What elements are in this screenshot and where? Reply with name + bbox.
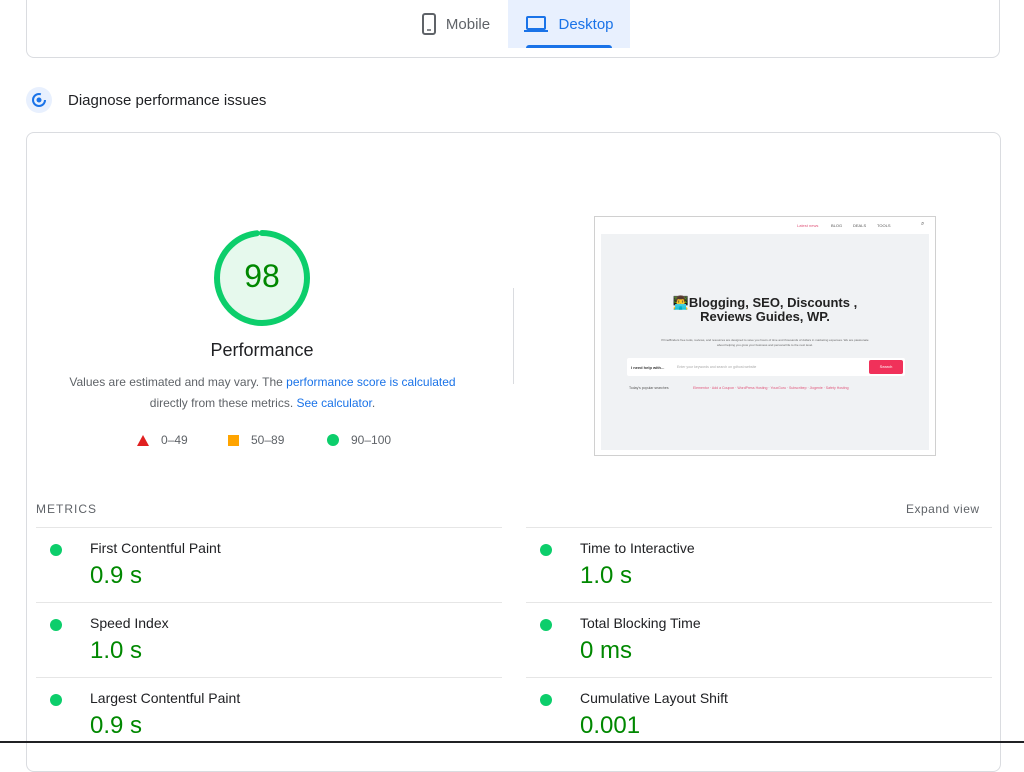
metric-name: Time to Interactive [580, 540, 695, 556]
pass-circle-icon [327, 434, 339, 446]
metric-value: 0.9 s [90, 562, 143, 589]
thumb-search-label: I need help with... [631, 365, 665, 370]
thumb-heading: 👨‍💻Blogging, SEO, Discounts , Reviews Gu… [601, 296, 929, 324]
metric-cumulative-layout-shift: Cumulative Layout Shift 0.001 [540, 690, 1000, 740]
tab-mobile[interactable]: Mobile [406, 0, 506, 48]
desktop-icon [524, 15, 549, 33]
pass-circle-icon [50, 544, 62, 556]
metric-value: 0 ms [580, 637, 633, 664]
metric-first-contentful-paint: First Contentful Paint 0.9 s [50, 540, 510, 610]
desc-text-2: directly from these metrics. [149, 396, 297, 410]
legend-fail: 0–49 [137, 432, 188, 448]
metric-name: Cumulative Layout Shift [580, 690, 728, 706]
thumb-popular-links: Elementor · Add a Coupon · WordPress Hos… [693, 386, 849, 390]
legend-fail-label: 0–49 [161, 433, 188, 447]
metric-value: 0.001 [580, 712, 641, 739]
metric-name: Speed Index [90, 615, 169, 631]
active-tab-indicator [526, 45, 612, 48]
thumb-nav-blog: BLOG [831, 223, 843, 228]
tab-mobile-label: Mobile [445, 15, 491, 33]
metric-name: Total Blocking Time [580, 615, 701, 631]
thumb-nav-deals: DEALS [853, 223, 867, 228]
metric-time-to-interactive: Time to Interactive 1.0 s [540, 540, 1000, 610]
see-calculator-link[interactable]: See calculator [296, 396, 371, 410]
thumb-search-button: Search [869, 360, 903, 374]
pass-circle-icon [540, 694, 552, 706]
tab-desktop[interactable]: Desktop [508, 0, 630, 48]
gauge-icon [26, 87, 52, 113]
performance-description: Values are estimated and may vary. The p… [60, 372, 465, 414]
thumb-popular-label: Today's popular searches [629, 386, 669, 390]
thumb-body: 👨‍💻Blogging, SEO, Discounts , Reviews Gu… [601, 234, 929, 450]
thumb-nav: Latest news BLOG DEALS TOOLS ⌕ [595, 217, 935, 233]
metrics-label: METRICS [36, 502, 97, 516]
legend-pass: 90–100 [327, 432, 391, 448]
legend-pass-label: 90–100 [351, 433, 392, 447]
average-square-icon [228, 434, 239, 446]
pass-circle-icon [540, 544, 552, 556]
diagnose-header: Diagnose performance issues [26, 86, 266, 114]
legend-average: 50–89 [228, 432, 284, 448]
vertical-divider [513, 288, 514, 384]
pass-circle-icon [50, 694, 62, 706]
legend-average-label: 50–89 [251, 433, 285, 447]
metric-name: Largest Contentful Paint [90, 690, 241, 706]
metrics-divider [526, 527, 992, 528]
performance-score-link[interactable]: performance score is calculated [286, 375, 455, 389]
device-tabs: Mobile Desktop [0, 0, 1024, 48]
metric-total-blocking-time: Total Blocking Time 0 ms [540, 615, 1000, 685]
thumb-heading-line2: Reviews Guides, WP. [700, 309, 830, 324]
page-screenshot-thumbnail: Latest news BLOG DEALS TOOLS ⌕ 👨‍💻Bloggi… [594, 216, 936, 456]
metric-name: First Contentful Paint [90, 540, 221, 556]
performance-title: Performance [210, 340, 314, 360]
thumb-paragraph: PrimeBinders free tools, reviews, and re… [661, 338, 869, 347]
metric-speed-index: Speed Index 1.0 s [50, 615, 510, 685]
thumb-search-bar: I need help with... Enter your keywords … [627, 358, 905, 376]
metric-value: 0.9 s [90, 712, 143, 739]
desc-text-1: Values are estimated and may vary. The [69, 375, 287, 389]
expand-view-button[interactable]: Expand view [906, 502, 980, 516]
thumb-nav-tools: TOOLS [877, 223, 891, 228]
thumb-nav-latest: Latest news [797, 223, 819, 228]
metric-value: 1.0 s [580, 562, 633, 589]
thumb-search-icon: ⌕ [921, 221, 925, 227]
metric-largest-contentful-paint: Largest Contentful Paint 0.9 s [50, 690, 510, 740]
pass-circle-icon [540, 619, 552, 631]
performance-score: 98 [244, 258, 280, 294]
desc-text-3: . [371, 396, 376, 410]
thumb-search-placeholder: Enter your keywords and search on gdhost… [677, 365, 757, 369]
metrics-divider [36, 527, 502, 528]
pass-circle-icon [50, 619, 62, 631]
tab-desktop-label: Desktop [558, 15, 614, 33]
thumb-heading-line1: 👨‍💻Blogging, SEO, Discounts , [672, 295, 858, 310]
metric-value: 1.0 s [90, 637, 143, 664]
diagnose-title: Diagnose performance issues [68, 91, 267, 109]
mobile-icon [421, 13, 436, 35]
fail-triangle-icon [137, 434, 149, 446]
